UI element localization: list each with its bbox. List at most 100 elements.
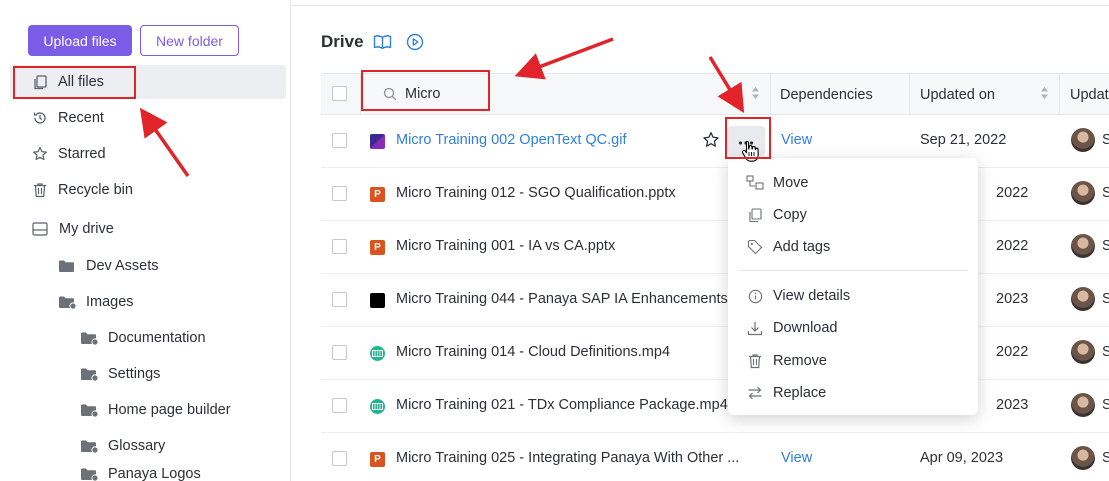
- table-row[interactable]: P Micro Training 025 - Integrating Panay…: [321, 433, 1109, 481]
- pptx-file-icon: P: [370, 452, 385, 467]
- updated-date: 2023: [996, 291, 1029, 307]
- menu-item-view-details[interactable]: View details: [746, 284, 850, 308]
- updated-date: Sep 21, 2022: [920, 132, 1007, 148]
- table-row[interactable]: Micro Training 021 - TDx Compliance Pack…: [321, 380, 1109, 433]
- nav-label: Starred: [58, 146, 106, 162]
- column-label: Updat: [1070, 86, 1109, 103]
- select-all-checkbox[interactable]: [332, 86, 347, 101]
- upload-files-button[interactable]: Upload files: [28, 25, 132, 56]
- table-row[interactable]: Micro Training 044 - Panaya SAP IA Enhan…: [321, 274, 1109, 327]
- row-checkbox[interactable]: [332, 239, 347, 254]
- avatar: [1071, 446, 1095, 470]
- menu-item-add-tags[interactable]: Add tags: [746, 235, 830, 259]
- copy-icon: [746, 206, 764, 224]
- updated-date: Apr 09, 2023: [920, 450, 1004, 466]
- top-divider: [291, 5, 1109, 6]
- folder-dev-assets[interactable]: Dev Assets: [58, 249, 159, 283]
- star-icon: [32, 146, 48, 162]
- sort-icon[interactable]: [751, 86, 760, 104]
- folder-label: Glossary: [108, 438, 166, 454]
- drive-icon: [32, 221, 48, 237]
- header-updated-on[interactable]: Updated on: [910, 74, 1060, 115]
- file-name[interactable]: Micro Training 025 - Integrating Panaya …: [396, 450, 739, 466]
- header-updated-by[interactable]: Updat: [1060, 74, 1109, 115]
- play-circle-icon[interactable]: [406, 33, 424, 56]
- menu-item-label: Move: [773, 175, 809, 191]
- trash-icon: [32, 182, 48, 198]
- tag-icon: [746, 238, 764, 256]
- folder-settings[interactable]: Settings: [80, 357, 160, 391]
- updated-by-name: S: [1102, 344, 1109, 360]
- row-checkbox[interactable]: [332, 292, 347, 307]
- folder-images[interactable]: Images: [58, 285, 134, 319]
- video-file-icon: [370, 293, 385, 308]
- menu-item-label: Add tags: [773, 239, 831, 255]
- book-icon[interactable]: [373, 34, 392, 55]
- table-row[interactable]: Micro Training 002 OpenText QC.gif View …: [321, 115, 1109, 168]
- avatar: [1071, 340, 1095, 364]
- menu-item-label: Copy: [773, 207, 807, 223]
- folder-home-page-builder[interactable]: Home page builder: [80, 393, 231, 427]
- menu-item-label: Download: [773, 320, 838, 336]
- folder-label: Documentation: [108, 330, 206, 346]
- nav-recent[interactable]: Recent: [32, 101, 104, 135]
- avatar: [1071, 393, 1095, 417]
- nav-recycle-bin[interactable]: Recycle bin: [32, 173, 133, 207]
- star-icon[interactable]: [702, 131, 720, 153]
- folder-icon: [58, 258, 75, 274]
- table-row[interactable]: P Micro Training 012 - SGO Qualification…: [321, 168, 1109, 221]
- avatar: [1071, 234, 1095, 258]
- file-name[interactable]: Micro Training 012 - SGO Qualification.p…: [396, 185, 676, 201]
- trash-icon: [746, 352, 764, 370]
- updated-by-name: S: [1102, 291, 1109, 307]
- menu-item-replace[interactable]: Replace: [746, 381, 826, 405]
- header-dependencies[interactable]: Dependencies: [771, 74, 910, 115]
- row-checkbox[interactable]: [332, 398, 347, 413]
- folder-glossary[interactable]: Glossary: [80, 429, 165, 463]
- updated-by-name: S: [1102, 238, 1109, 254]
- shared-folder-icon: [80, 402, 100, 418]
- nav-starred[interactable]: Starred: [32, 137, 106, 171]
- context-menu: Move Copy Add tags View details Download…: [728, 158, 978, 415]
- menu-item-remove[interactable]: Remove: [746, 349, 827, 373]
- folder-label: Settings: [108, 366, 161, 382]
- table-row[interactable]: P Micro Training 001 - IA vs CA.pptx 202…: [321, 221, 1109, 274]
- column-label: Updated on: [920, 86, 995, 103]
- menu-item-copy[interactable]: Copy: [746, 203, 807, 227]
- replace-icon: [746, 384, 764, 402]
- history-icon: [32, 110, 48, 126]
- avatar: [1071, 128, 1095, 152]
- menu-divider: [738, 270, 968, 271]
- menu-item-label: Remove: [773, 353, 827, 369]
- file-name[interactable]: Micro Training 021 - TDx Compliance Pack…: [396, 397, 732, 413]
- shared-folder-icon: [80, 366, 100, 382]
- view-dependencies-link[interactable]: View: [781, 132, 812, 148]
- new-folder-button[interactable]: New folder: [140, 25, 239, 56]
- row-checkbox[interactable]: [332, 186, 347, 201]
- arrow-to-search: [514, 37, 614, 80]
- file-name[interactable]: Micro Training 044 - Panaya SAP IA Enhan…: [396, 291, 732, 307]
- nav-my-drive[interactable]: My drive: [32, 212, 114, 246]
- row-checkbox[interactable]: [332, 133, 347, 148]
- row-checkbox[interactable]: [332, 451, 347, 466]
- menu-item-move[interactable]: Move: [746, 171, 808, 195]
- menu-item-label: Replace: [773, 385, 827, 401]
- folder-panaya-logos[interactable]: Panaya Logos: [80, 464, 201, 481]
- updated-date: 2022: [996, 238, 1029, 254]
- sort-icon[interactable]: [1040, 86, 1049, 104]
- nav-label: Recycle bin: [58, 182, 133, 198]
- download-icon: [746, 319, 764, 337]
- file-name[interactable]: Micro Training 001 - IA vs CA.pptx: [396, 238, 615, 254]
- folder-documentation[interactable]: Documentation: [80, 321, 206, 355]
- view-dependencies-link[interactable]: View: [781, 450, 812, 466]
- file-name[interactable]: Micro Training 014 - Cloud Definitions.m…: [396, 344, 670, 360]
- mp4-file-icon: [370, 346, 385, 361]
- menu-item-download[interactable]: Download: [746, 316, 838, 340]
- file-name-link[interactable]: Micro Training 002 OpenText QC.gif: [396, 132, 627, 148]
- row-checkbox[interactable]: [332, 345, 347, 360]
- mp4-file-icon: [370, 399, 385, 414]
- folder-label: Home page builder: [108, 402, 231, 418]
- updated-by-name: S: [1102, 397, 1109, 413]
- table-row[interactable]: Micro Training 014 - Cloud Definitions.m…: [321, 327, 1109, 380]
- shared-folder-icon: [80, 330, 100, 346]
